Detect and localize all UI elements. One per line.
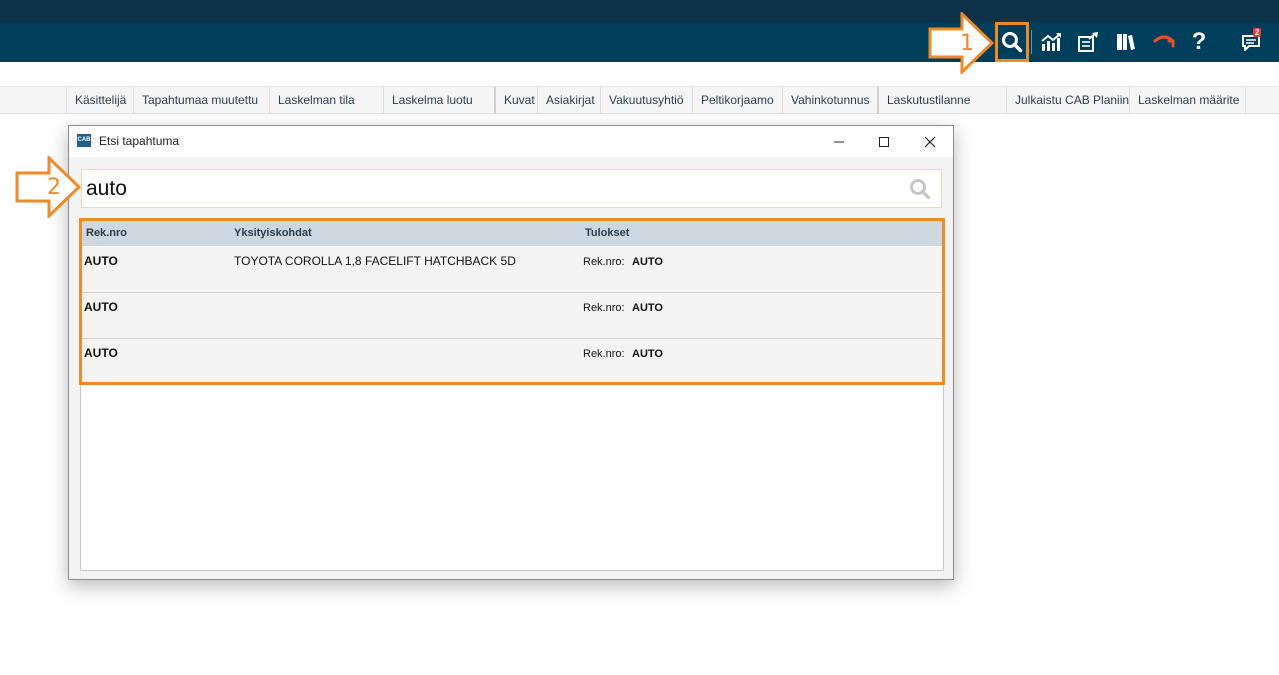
row-reg: AUTO xyxy=(84,346,118,360)
column-header[interactable]: Julkaistu CAB Planiin xyxy=(1006,87,1129,114)
header-reg[interactable]: Rek.nro xyxy=(86,221,127,246)
row-result-value: AUTO xyxy=(632,302,663,314)
chart-icon[interactable] xyxy=(1036,22,1066,62)
close-button[interactable] xyxy=(907,126,953,157)
column-header[interactable]: Laskutustilanne xyxy=(877,87,970,114)
search-icon[interactable] xyxy=(909,178,931,200)
table-row[interactable]: AUTO TOYOTA COROLLA 1,8 FACELIFT HATCHBA… xyxy=(81,247,943,293)
minimize-icon xyxy=(834,141,844,142)
search-field[interactable] xyxy=(81,169,942,208)
row-result-label: Rek.nro: xyxy=(583,348,625,360)
search-input[interactable] xyxy=(86,174,886,204)
column-header[interactable]: Laskelman tila xyxy=(269,87,355,114)
column-header[interactable]: Kuvat xyxy=(494,87,535,114)
step2-number: 2 xyxy=(47,175,61,200)
results-table: Rek.nro Yksityiskohdat Tulokset AUTO TOY… xyxy=(80,220,944,571)
results-header: Rek.nro Yksityiskohdat Tulokset xyxy=(81,221,943,246)
dialog-body: Rek.nro Yksityiskohdat Tulokset AUTO TOY… xyxy=(69,157,953,579)
toolbar-divider xyxy=(1031,30,1032,54)
cab-logo: CAB xyxy=(77,134,91,147)
help-icon[interactable]: ? xyxy=(1184,22,1214,62)
book-icon[interactable] xyxy=(1111,22,1141,62)
column-header[interactable]: Laskelma luotu xyxy=(383,87,473,114)
row-details: TOYOTA COROLLA 1,8 FACELIFT HATCHBACK 5D xyxy=(234,254,516,268)
app-toolbar: ? 2 xyxy=(0,22,1279,62)
dialog-titlebar[interactable]: CAB Etsi tapahtuma xyxy=(69,126,953,157)
header-results[interactable]: Tulokset xyxy=(585,221,629,246)
column-header-bar: Käsittelijä Tapahtumaa muutettu Laskelma… xyxy=(0,86,1279,114)
close-icon xyxy=(924,136,936,147)
search-highlight-box xyxy=(995,22,1029,62)
dialog-title: Etsi tapahtuma xyxy=(99,134,180,148)
row-result-label: Rek.nro: xyxy=(583,302,625,314)
maximize-icon xyxy=(879,136,889,147)
header-details[interactable]: Yksityiskohdat xyxy=(234,221,312,246)
top-strip xyxy=(0,0,1279,22)
column-divider xyxy=(1245,87,1254,114)
help-label: ? xyxy=(1191,28,1207,55)
row-reg: AUTO xyxy=(84,254,118,268)
column-header[interactable]: Peltikorjaamo xyxy=(692,87,774,114)
row-result-label: Rek.nro: xyxy=(583,256,625,268)
table-row[interactable]: AUTO Rek.nro: AUTO xyxy=(81,293,943,339)
minimize-button[interactable] xyxy=(816,126,862,157)
notification-badge: 2 xyxy=(1253,28,1262,37)
column-header[interactable]: Tapahtumaa muutettu xyxy=(133,87,258,114)
row-result-value: AUTO xyxy=(632,256,663,268)
phone-hangup-icon[interactable] xyxy=(1149,22,1179,62)
find-event-dialog: CAB Etsi tapahtuma Rek.nro Yksityiskohda… xyxy=(68,125,954,580)
column-header[interactable]: Asiakirjat xyxy=(537,87,595,114)
column-header[interactable]: Vahinkotunnus xyxy=(782,87,870,114)
export-icon[interactable] xyxy=(1073,22,1103,62)
step1-number: 1 xyxy=(960,31,974,56)
notifications-icon[interactable]: 2 xyxy=(1236,22,1266,62)
row-result-value: AUTO xyxy=(632,348,663,360)
column-header[interactable]: Vakuutusyhtiö xyxy=(600,87,684,114)
column-header[interactable]: Käsittelijä xyxy=(66,87,126,114)
column-header[interactable]: Laskelman määrite xyxy=(1129,87,1239,114)
row-reg: AUTO xyxy=(84,300,118,314)
table-row[interactable]: AUTO Rek.nro: AUTO xyxy=(81,339,943,385)
maximize-button[interactable] xyxy=(861,126,907,157)
